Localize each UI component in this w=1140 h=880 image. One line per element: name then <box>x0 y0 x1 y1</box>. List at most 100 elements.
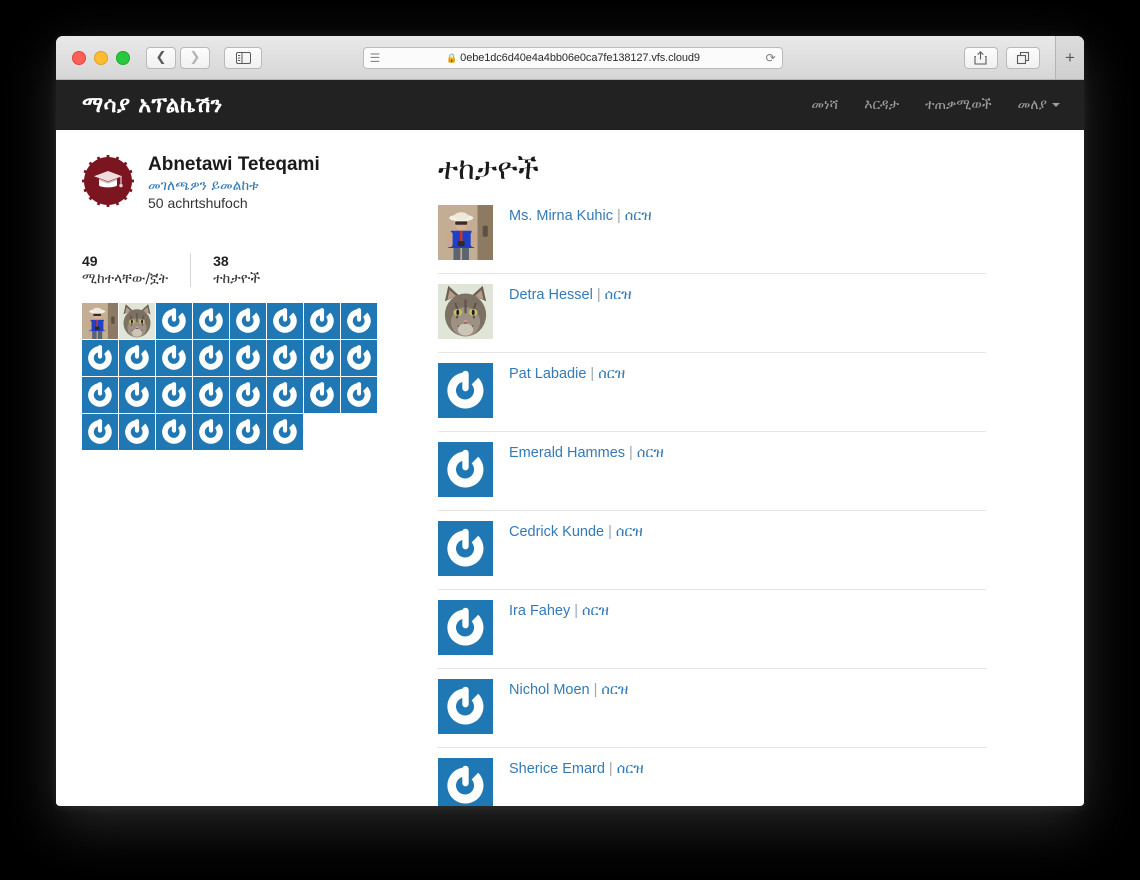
user-profile-link[interactable]: Emerald Hammes <box>509 445 625 461</box>
separator: | <box>608 761 613 777</box>
follower-avatar-thumb[interactable] <box>119 376 155 413</box>
reload-icon[interactable]: ⟳ <box>766 51 776 65</box>
address-bar-text: 🔒 0ebe1dc6d40e4a4bb06e0ca7fe138127.vfs.cl… <box>386 52 759 64</box>
user-avatar[interactable] <box>438 442 493 497</box>
maximize-window-button[interactable] <box>116 50 130 65</box>
user-profile-link[interactable]: Ms. Mirna Kuhic <box>509 208 613 224</box>
new-tab-button[interactable]: + <box>1055 36 1084 79</box>
follower-avatar-thumb[interactable] <box>82 413 118 450</box>
follower-avatar-thumb[interactable] <box>230 339 266 376</box>
user-profile-link[interactable]: Nichol Moen <box>509 682 590 698</box>
follower-avatar-thumb[interactable] <box>119 302 155 339</box>
user-avatar[interactable] <box>438 363 493 418</box>
user-name-line: Pat Labadie | ሰርዝ <box>509 363 625 382</box>
follower-avatar-thumb[interactable] <box>341 339 377 376</box>
browser-toolbar: ❮ ❯ ☰ 🔒 0ebe1dc6d40e4a4bb06e0ca7fe138127.… <box>56 36 1084 80</box>
user-name-line: Ira Fahey | ሰርዝ <box>509 600 609 619</box>
nav-item-home[interactable]: መነሻ <box>811 97 838 113</box>
separator: | <box>608 524 612 540</box>
delete-link[interactable]: ሰርዝ <box>616 524 643 540</box>
follower-avatar-thumb[interactable] <box>193 302 229 339</box>
gravatar-default-icon <box>304 376 340 413</box>
follower-avatar-thumb[interactable] <box>267 339 303 376</box>
follower-avatar-thumb[interactable] <box>156 376 192 413</box>
delete-link[interactable]: ሰርዝ <box>605 287 632 303</box>
user-avatar[interactable] <box>438 205 493 260</box>
follower-avatar-thumb[interactable] <box>230 413 266 450</box>
user-profile-link[interactable]: Detra Hessel <box>509 287 593 303</box>
close-window-button[interactable] <box>72 50 86 65</box>
follower-avatar-thumb[interactable] <box>82 339 118 376</box>
list-item: Pat Labadie | ሰርዝ <box>438 352 986 431</box>
gravatar-default-icon <box>119 376 155 413</box>
follower-avatar-thumb[interactable] <box>341 376 377 413</box>
follower-avatar-thumb[interactable] <box>82 302 118 339</box>
user-name-line: Nichol Moen | ሰርዝ <box>509 679 628 698</box>
follower-avatar-thumb[interactable] <box>341 302 377 339</box>
user-avatar[interactable] <box>438 758 493 806</box>
follower-avatar-thumb[interactable] <box>267 413 303 450</box>
follower-avatar-thumb[interactable] <box>193 413 229 450</box>
follower-avatar-thumb[interactable] <box>230 376 266 413</box>
user-avatar[interactable] <box>438 284 493 339</box>
delete-link[interactable]: ሰርዝ <box>637 445 664 461</box>
user-profile-link[interactable]: Sherice Emard <box>509 761 605 777</box>
gravatar-default-icon <box>267 302 303 339</box>
share-icon <box>974 50 988 65</box>
follower-avatar-thumb[interactable] <box>156 339 192 376</box>
stat-following[interactable]: 49 ሚከተላቸው/ኟት <box>82 253 190 287</box>
follower-avatar-thumb[interactable] <box>193 376 229 413</box>
reader-view-icon[interactable]: ☰ <box>370 52 381 64</box>
follower-avatar-thumb[interactable] <box>156 302 192 339</box>
delete-link[interactable]: ሰርዝ <box>601 682 628 698</box>
user-profile-link[interactable]: Ira Fahey <box>509 603 570 619</box>
delete-link[interactable]: ሰርዝ <box>582 603 609 619</box>
follower-avatar-thumb[interactable] <box>304 339 340 376</box>
nav-item-help[interactable]: እርዳታ <box>864 97 899 113</box>
gravatar-default-icon <box>119 339 155 376</box>
gravatar-link[interactable]: መገለጫዎን ይመልከቱ <box>148 178 320 194</box>
sidebar-toggle-button[interactable] <box>224 46 262 69</box>
delete-link[interactable]: ሰርዝ <box>625 208 652 224</box>
follower-avatar-thumb[interactable] <box>267 302 303 339</box>
gravatar-default-icon <box>230 376 266 413</box>
share-button[interactable] <box>963 46 998 69</box>
micropost-count: 50 achrtshufoch <box>148 194 248 211</box>
delete-link[interactable]: ሰርዝ <box>598 366 625 382</box>
plus-icon: + <box>1065 47 1075 67</box>
gravatar-default-icon <box>438 442 493 497</box>
gravatar-default-icon <box>304 339 340 376</box>
nav-item-account[interactable]: መለያ <box>1018 97 1060 113</box>
follower-avatar-thumb[interactable] <box>82 376 118 413</box>
gravatar-default-icon <box>193 376 229 413</box>
show-tabs-button[interactable] <box>1005 46 1040 69</box>
nav-item-users[interactable]: ተጠቃሚወች <box>925 97 992 113</box>
followers-panel: ተከታዮች Ms. Mirna Kuhic | ሰርዝ Detra Hessel | ሰር… <box>412 152 1056 806</box>
stat-followers[interactable]: 38 ተከታዮች <box>190 252 282 287</box>
follower-avatar-thumb[interactable] <box>156 413 192 450</box>
follower-avatar-thumb[interactable] <box>119 413 155 450</box>
user-avatar[interactable] <box>438 600 493 655</box>
back-button[interactable]: ❮ <box>146 46 176 69</box>
app-brand[interactable]: ማሳያ አፕልኬሽን <box>82 93 222 118</box>
follower-avatar-thumb[interactable] <box>230 302 266 339</box>
forward-chevron-icon: ❯ <box>189 50 201 65</box>
user-avatar[interactable] <box>438 679 493 734</box>
follower-avatar-thumb[interactable] <box>304 302 340 339</box>
delete-link[interactable]: ሰርዝ <box>617 761 644 777</box>
follower-avatar-thumb[interactable] <box>304 376 340 413</box>
gravatar-default-icon <box>230 413 266 450</box>
user-name-line: Sherice Emard | ሰርዝ <box>509 758 644 777</box>
follower-avatar-thumb[interactable] <box>119 339 155 376</box>
follower-avatar-thumb[interactable] <box>267 376 303 413</box>
user-avatar[interactable] <box>438 521 493 576</box>
minimize-window-button[interactable] <box>94 50 108 65</box>
profile-sidebar: Abnetawi Teteqami መገለጫዎን ይመልከቱ 50 achrts… <box>82 152 412 805</box>
user-profile-link[interactable]: Cedrick Kunde <box>509 524 604 540</box>
forward-button[interactable]: ❯ <box>180 46 210 69</box>
gravatar-default-icon <box>341 376 377 413</box>
follower-avatar-thumb[interactable] <box>193 339 229 376</box>
gravatar-default-icon <box>230 339 266 376</box>
address-bar[interactable]: ☰ 🔒 0ebe1dc6d40e4a4bb06e0ca7fe138127.vfs.… <box>362 46 783 69</box>
user-profile-link[interactable]: Pat Labadie <box>509 366 586 382</box>
